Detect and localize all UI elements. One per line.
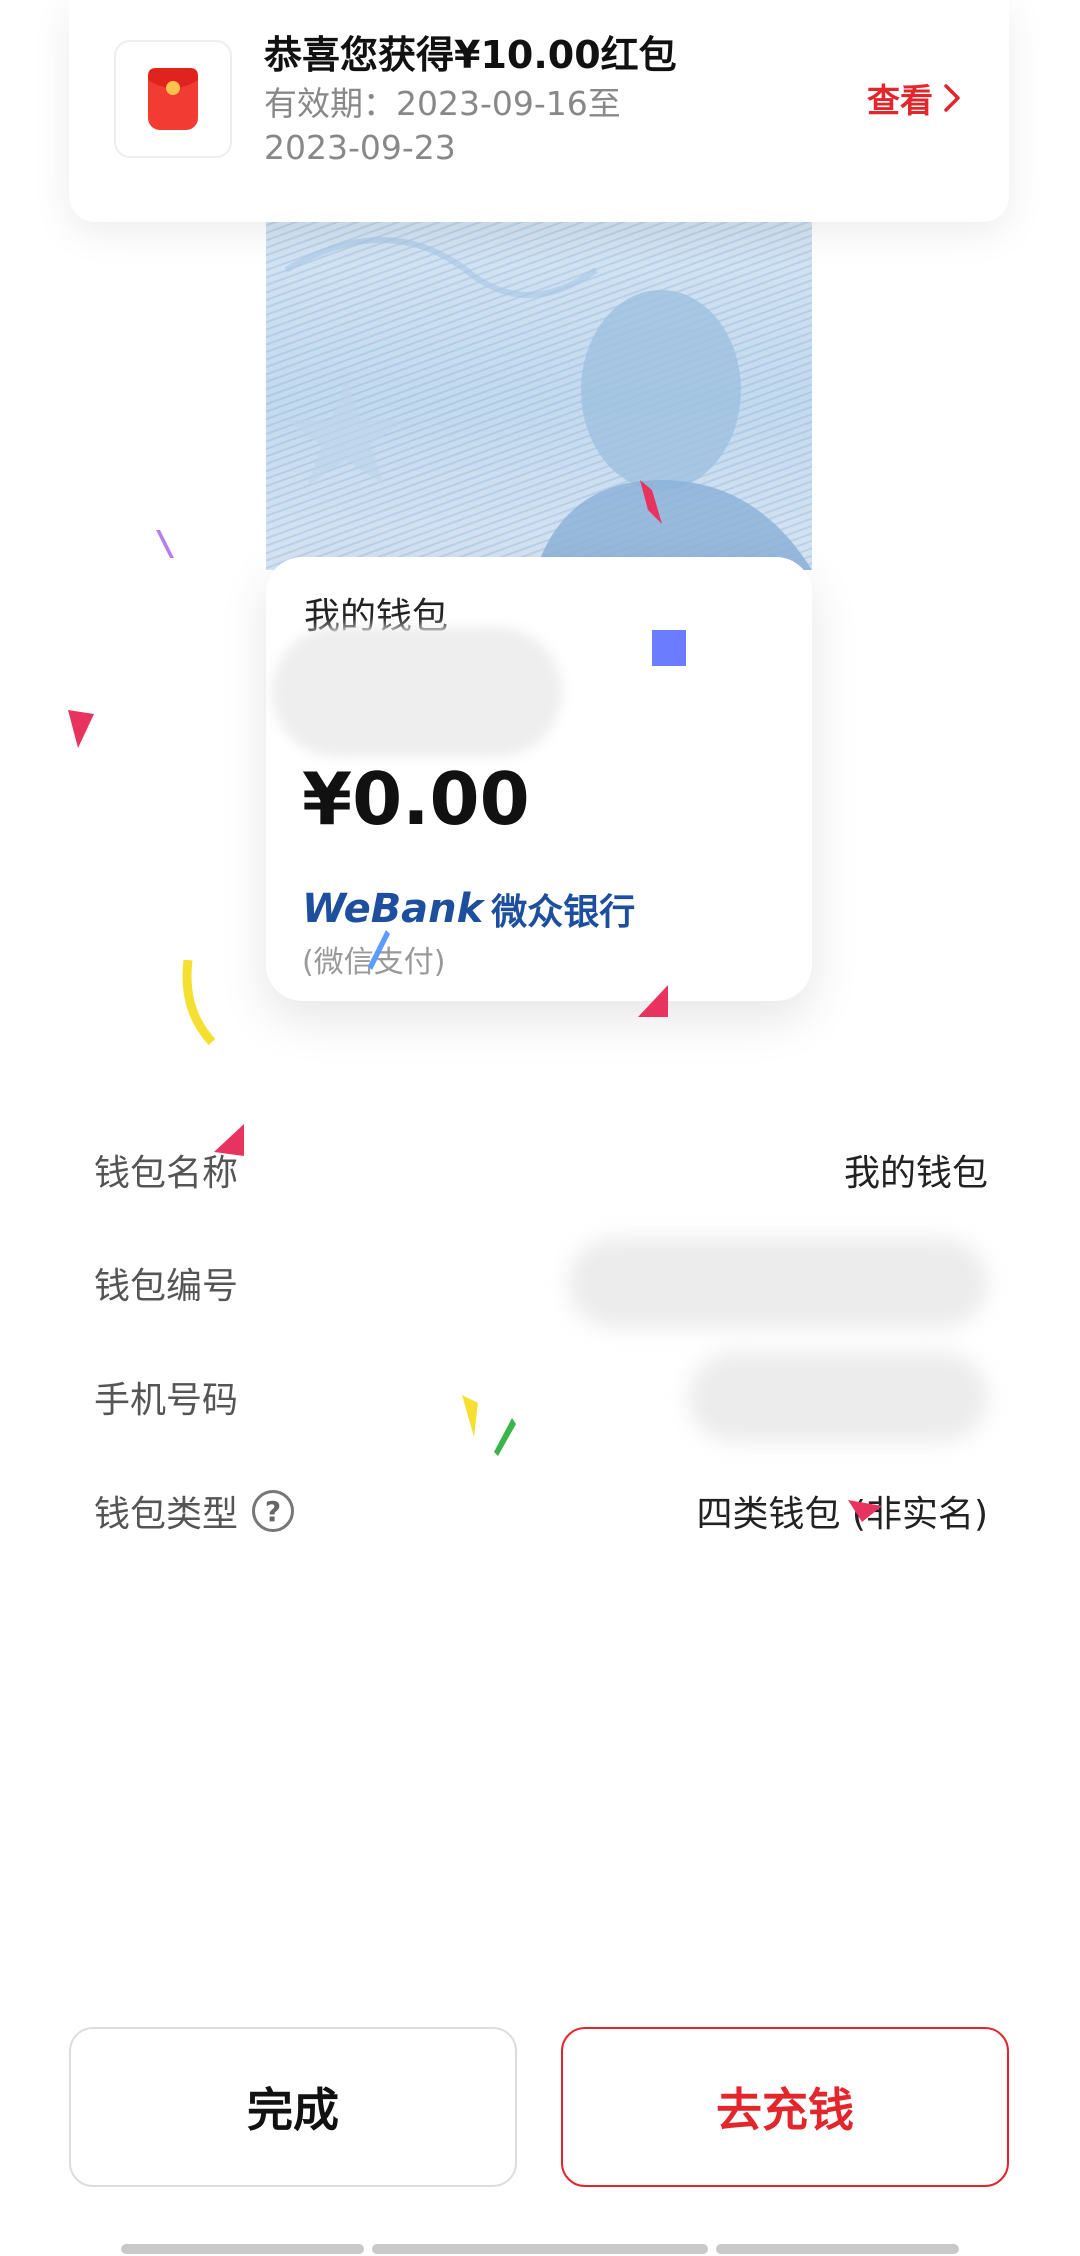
redacted-value (688, 1352, 988, 1442)
info-value: 四类钱包 (非实名) (696, 1494, 988, 1535)
confetti-piece (214, 1124, 244, 1156)
info-row-wallet-id: 钱包编号 (94, 1238, 988, 1328)
done-button[interactable]: 完成 (69, 2027, 517, 2187)
redacted-area (272, 627, 562, 757)
confetti-piece (638, 985, 668, 1017)
confetti-piece (182, 960, 216, 1046)
home-indicator (121, 2244, 364, 2254)
bank-logo: WeBank 微众银行 (302, 883, 635, 935)
notice-validity: 有效期：2023-09-16至2023-09-23 (264, 84, 621, 167)
info-label-with-help: 钱包类型 ? (94, 1485, 295, 1537)
info-label-text: 钱包类型 (94, 1494, 239, 1535)
info-label: 手机号码 (94, 1380, 239, 1421)
home-indicator (716, 2244, 959, 2254)
help-circle-icon[interactable]: ? (252, 1490, 295, 1532)
confetti-piece (68, 710, 94, 748)
view-button[interactable]: 查看 (867, 74, 961, 122)
info-value: 我的钱包 (843, 1153, 988, 1194)
bank-name-cn: 微众银行 (491, 892, 636, 933)
confetti-piece (156, 530, 174, 558)
info-row-phone: 手机号码 (94, 1352, 988, 1442)
notice-title: 恭喜您获得¥10.00红包 (264, 33, 677, 77)
confetti-piece (848, 1500, 882, 1522)
home-indicator (372, 2244, 708, 2254)
confetti-piece (462, 1395, 478, 1437)
confetti-piece (368, 930, 390, 970)
wallet-balance: ¥0.00 (302, 757, 530, 841)
info-label: 钱包编号 (94, 1266, 239, 1307)
bank-name-en: WeBank (302, 886, 484, 932)
confetti-piece (640, 480, 662, 524)
red-packet-icon-box (114, 40, 232, 158)
topup-button[interactable]: 去充钱 (561, 2027, 1009, 2187)
confetti-piece (494, 1418, 516, 1456)
red-packet-notification[interactable]: 恭喜您获得¥10.00红包 有效期：2023-09-16至2023-09-23 … (69, 0, 1009, 222)
view-label: 查看 (867, 81, 933, 120)
red-packet-icon (148, 68, 198, 130)
wallet-card: 我的钱包 ¥0.00 WeBank 微众银行 (微信支付) (266, 557, 812, 1001)
confetti-piece (652, 630, 686, 666)
chevron-right-icon (944, 84, 960, 112)
redacted-value (568, 1238, 988, 1328)
